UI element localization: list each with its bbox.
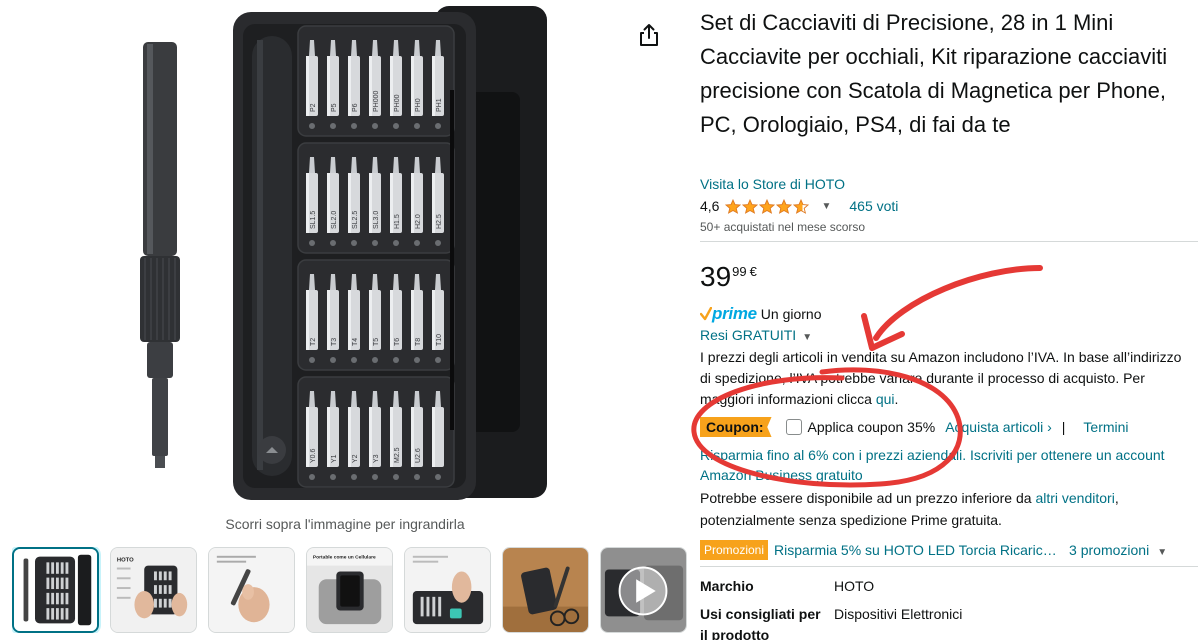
thumbnail-hoto-label: HOTO [117, 558, 134, 564]
vat-notice: I prezzi degli articoli in vendita su Am… [700, 347, 1185, 410]
image-gallery: P2 P5 P6 PH000 PH00 PH0 PH1 SL1.5 SL2.0 SL2.5 SL3.… [0, 0, 690, 633]
bit-label: Y0.6 [310, 448, 317, 463]
thumbnail-kit-in-hand[interactable]: HOTO [110, 547, 197, 633]
thumbnail-strip: HOTO Portable come un Cellulare [12, 547, 688, 633]
ratings-count-link[interactable]: 465 voti [849, 198, 898, 214]
bit-label: P5 [331, 103, 338, 112]
bit-label: SL3.0 [373, 211, 380, 229]
star-icon [725, 198, 742, 214]
other-sellers-link[interactable]: altri venditori [1035, 490, 1114, 506]
vat-info-link[interactable]: qui [876, 391, 895, 407]
price-currency: € [749, 264, 757, 279]
bought-count: 50+ acquistati nel mese scorso [700, 220, 866, 234]
store-link[interactable]: Visita lo Store di HOTO [700, 176, 845, 192]
buy-items-link[interactable]: Acquista articoli › [945, 419, 1052, 435]
thumbnail-portable-case[interactable]: Portable come un Cellulare [306, 547, 393, 633]
price-whole: 39 [700, 261, 732, 292]
prime-logo: prime [700, 304, 757, 324]
thumbnail-bit-removal[interactable] [404, 547, 491, 633]
chevron-down-icon: ▼ [802, 332, 813, 343]
spec-key: Marchio [700, 578, 754, 594]
free-returns-link[interactable]: Resi GRATUITI ▼ [700, 327, 812, 343]
bit-label: PH1 [436, 98, 443, 112]
main-product-image[interactable]: P2 P5 P6 PH000 PH00 PH0 PH1 SL1.5 SL2.0 SL2.5 SL3.… [100, 0, 580, 508]
vat-end: . [894, 391, 899, 407]
price: 39 99 € [700, 262, 757, 292]
bit-label: SL1.5 [310, 211, 317, 229]
star-icon [759, 198, 776, 214]
bit-label: H2.0 [415, 214, 422, 229]
bit-label: T4 [352, 338, 359, 346]
star-icon [742, 198, 759, 214]
coupon-row: Coupon: Applica coupon 35% Acquista arti… [700, 416, 1129, 438]
bit-label: Y2 [352, 454, 359, 463]
price-fraction: 99 [732, 264, 747, 279]
share-icon[interactable] [636, 22, 662, 48]
promotion-link[interactable]: Risparmia 5% su HOTO LED Torcia Ricarica… [774, 542, 1057, 558]
business-pricing-link[interactable]: Risparmia fino al 6% con i prezzi aziend… [700, 445, 1180, 485]
bit-label: T3 [331, 338, 338, 346]
zoom-caption: Scorri sopra l'immagine per ingrandirla [225, 516, 465, 532]
spec-value: HOTO [834, 578, 875, 594]
bit-label: T2 [310, 338, 317, 346]
bit-label: T6 [394, 338, 401, 346]
spec-key: Usi consigliati per il prodotto [700, 606, 821, 640]
thumbnail-kit-closed[interactable] [12, 547, 99, 633]
promotions-badge: Promozioni [700, 540, 769, 560]
prime-delivery: prime Un giorno [700, 304, 822, 324]
star-rating[interactable] [725, 198, 810, 214]
bit-label: SL2.0 [331, 211, 338, 229]
chevron-down-icon: ▼ [1157, 547, 1168, 558]
bit-label: T10 [436, 334, 443, 346]
prime-delivery-day: Un giorno [760, 306, 822, 322]
chevron-down-icon[interactable]: ▼ [821, 201, 831, 212]
apply-coupon-label[interactable]: Applica coupon 35% [808, 419, 936, 435]
free-returns-label: Resi GRATUITI [700, 327, 797, 343]
divider [700, 241, 1198, 242]
bit-label: PH000 [373, 90, 380, 112]
thumbnail-portable-label: Portable come un Cellulare [313, 555, 376, 561]
prime-check-icon [700, 307, 712, 321]
bit-label: P2 [310, 103, 317, 112]
promotions-row: Promozioni Risparmia 5% su HOTO LED Torc… [700, 539, 1167, 561]
product-title: Set di Cacciaviti di Precisione, 28 in 1… [700, 10, 1168, 137]
coupon-badge: Coupon: [700, 417, 772, 437]
other-sellers-notice: Potrebbe essere disponibile ad un prezzo… [700, 487, 1185, 531]
rating-row: 4,6 ▼ 465 voti [700, 197, 898, 215]
apply-coupon-checkbox[interactable] [785, 419, 802, 435]
prime-word: prime [712, 304, 757, 323]
star-icon [793, 198, 810, 214]
bit-label: M2.5 [394, 447, 401, 463]
rating-value: 4,6 [700, 198, 720, 214]
screwdriver-image [140, 42, 180, 468]
bit-label: PH00 [394, 94, 401, 112]
bit-label: H1.5 [394, 214, 401, 229]
bit-label: T8 [415, 338, 422, 346]
thumbnail-hand-using-driver[interactable] [208, 547, 295, 633]
thumbnail-video[interactable] [600, 547, 687, 633]
coupon-terms-link[interactable]: Termini [1083, 419, 1128, 435]
star-icon [776, 198, 793, 214]
bit-label: Y3 [373, 454, 380, 463]
bit-label: T5 [373, 338, 380, 346]
divider [700, 566, 1198, 567]
vat-text: I prezzi degli articoli in vendita su Am… [700, 349, 1182, 407]
product-details: Set di Cacciaviti di Precisione, 28 in 1… [700, 0, 1200, 640]
promotions-count: 3 promozioni [1069, 542, 1150, 558]
other-sellers-pre: Potrebbe essere disponibile ad un prezzo… [700, 490, 1036, 506]
promotions-count-link[interactable]: 3 promozioni ▼ [1069, 542, 1167, 558]
bit-label: Y1 [331, 454, 338, 463]
thumbnail-desk-scene[interactable] [502, 547, 589, 633]
spec-value: Dispositivi Elettronici [834, 606, 963, 622]
bit-label: U2.6 [415, 448, 422, 463]
separator: | [1061, 419, 1066, 435]
bit-label: SL2.5 [352, 211, 359, 229]
bit-label: PH0 [415, 98, 422, 112]
bit-label: H2.5 [436, 214, 443, 229]
bit-label: P6 [352, 103, 359, 112]
